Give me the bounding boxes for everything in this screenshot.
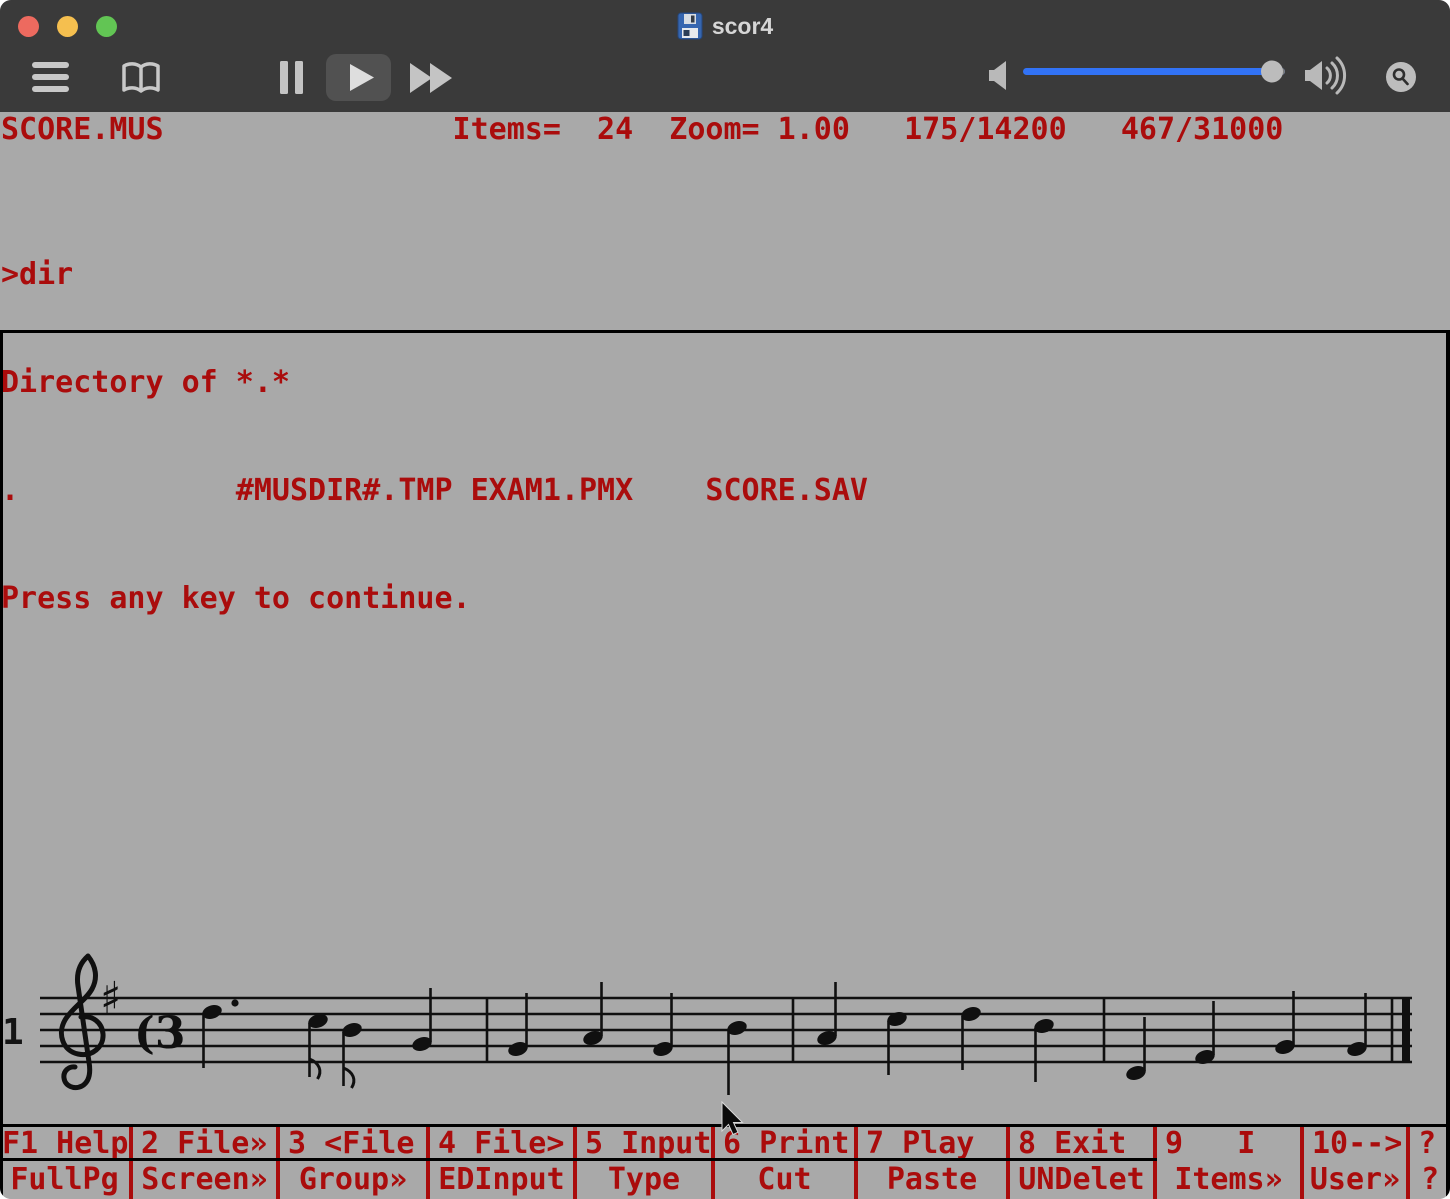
fkey-top-label[interactable]: 5 Input <box>577 1127 711 1160</box>
pause-button[interactable] <box>280 61 303 94</box>
play-button[interactable] <box>326 54 391 101</box>
console-line: Press any key to continue. <box>1 581 868 617</box>
dos-screen: SCORE.MUS Items= 24 Zoom= 1.00 175/14200… <box>0 112 1450 1199</box>
console-line: Directory of *.* <box>1 365 868 401</box>
fkey-bottom-label[interactable]: UNDelet <box>1010 1160 1153 1199</box>
volume-slider[interactable] <box>1023 61 1285 83</box>
fkey-top-label[interactable]: ? <box>1410 1127 1450 1160</box>
fkey-bottom-label[interactable]: User» <box>1304 1160 1406 1199</box>
fkey-column-5[interactable]: 5 InputType <box>577 1127 715 1199</box>
search-icon[interactable] <box>1386 62 1416 92</box>
menu-row-divider <box>0 1158 1157 1161</box>
fkey-column-7[interactable]: 7 PlayPaste <box>858 1127 1010 1199</box>
console-output: >dir Directory of *.* . #MUSDIR#.TMP EXA… <box>1 185 868 689</box>
fkey-bottom-label[interactable]: Type <box>577 1160 711 1199</box>
fkey-bottom-label[interactable]: Cut <box>715 1160 854 1199</box>
hamburger-menu-icon[interactable] <box>32 62 69 92</box>
console-line: . #MUSDIR#.TMP EXAM1.PMX SCORE.SAV <box>1 473 868 509</box>
book-icon[interactable] <box>124 64 158 91</box>
fkey-top-label[interactable]: 8 Exit <box>1010 1127 1153 1160</box>
volume-low-icon <box>989 61 1006 90</box>
fkey-top-label[interactable]: 6 Print <box>715 1127 854 1160</box>
app-window: scor4 <box>0 0 1450 1199</box>
fkey-bottom-label[interactable]: Screen» <box>133 1160 276 1199</box>
fkey-bottom-label[interactable]: ? <box>1410 1160 1450 1199</box>
fkey-top-label[interactable]: 9 I <box>1157 1127 1300 1160</box>
fkey-column-6[interactable]: 6 PrintCut <box>715 1127 858 1199</box>
fkey-column-10[interactable]: 10-->User» <box>1304 1127 1410 1199</box>
fkey-column-4[interactable]: 4 File>EDInput <box>430 1127 577 1199</box>
fkey-top-label[interactable]: 7 Play <box>858 1127 1006 1160</box>
fkey-top-label[interactable]: 3 <File <box>280 1127 426 1160</box>
fkey-top-label[interactable]: 2 File» <box>133 1127 276 1160</box>
fkey-column-8[interactable]: 8 ExitUNDelet <box>1010 1127 1157 1199</box>
fkey-top-label[interactable]: F1 Help <box>0 1127 129 1160</box>
fkey-column-9[interactable]: 9 IItems» <box>1157 1127 1304 1199</box>
console-line: >dir <box>1 257 868 293</box>
fkey-column-1[interactable]: F1 HelpFullPg <box>0 1127 133 1199</box>
volume-high-icon <box>1305 58 1345 93</box>
fkey-column-11[interactable]: ?? <box>1410 1127 1450 1199</box>
fkey-bottom-label[interactable]: Items» <box>1157 1160 1300 1199</box>
fast-forward-button[interactable] <box>410 63 452 93</box>
window-chrome: scor4 <box>0 0 1450 112</box>
fkey-top-label[interactable]: 4 File> <box>430 1127 573 1160</box>
fkey-bottom-label[interactable]: Group» <box>280 1160 426 1199</box>
fkey-bottom-label[interactable]: Paste <box>858 1160 1006 1199</box>
fkey-column-3[interactable]: 3 <FileGroup» <box>280 1127 430 1199</box>
fkey-column-2[interactable]: 2 File»Screen» <box>133 1127 280 1199</box>
volume-slider-knob[interactable] <box>1261 61 1283 83</box>
fkey-bottom-label[interactable]: EDInput <box>430 1160 573 1199</box>
fkey-bottom-label[interactable]: FullPg <box>0 1160 129 1199</box>
function-key-menu: F1 HelpFullPg2 File»Screen»3 <FileGroup»… <box>0 1124 1450 1199</box>
status-line: SCORE.MUS Items= 24 Zoom= 1.00 175/14200… <box>1 114 1283 146</box>
fkey-top-label[interactable]: 10--> <box>1304 1127 1406 1160</box>
